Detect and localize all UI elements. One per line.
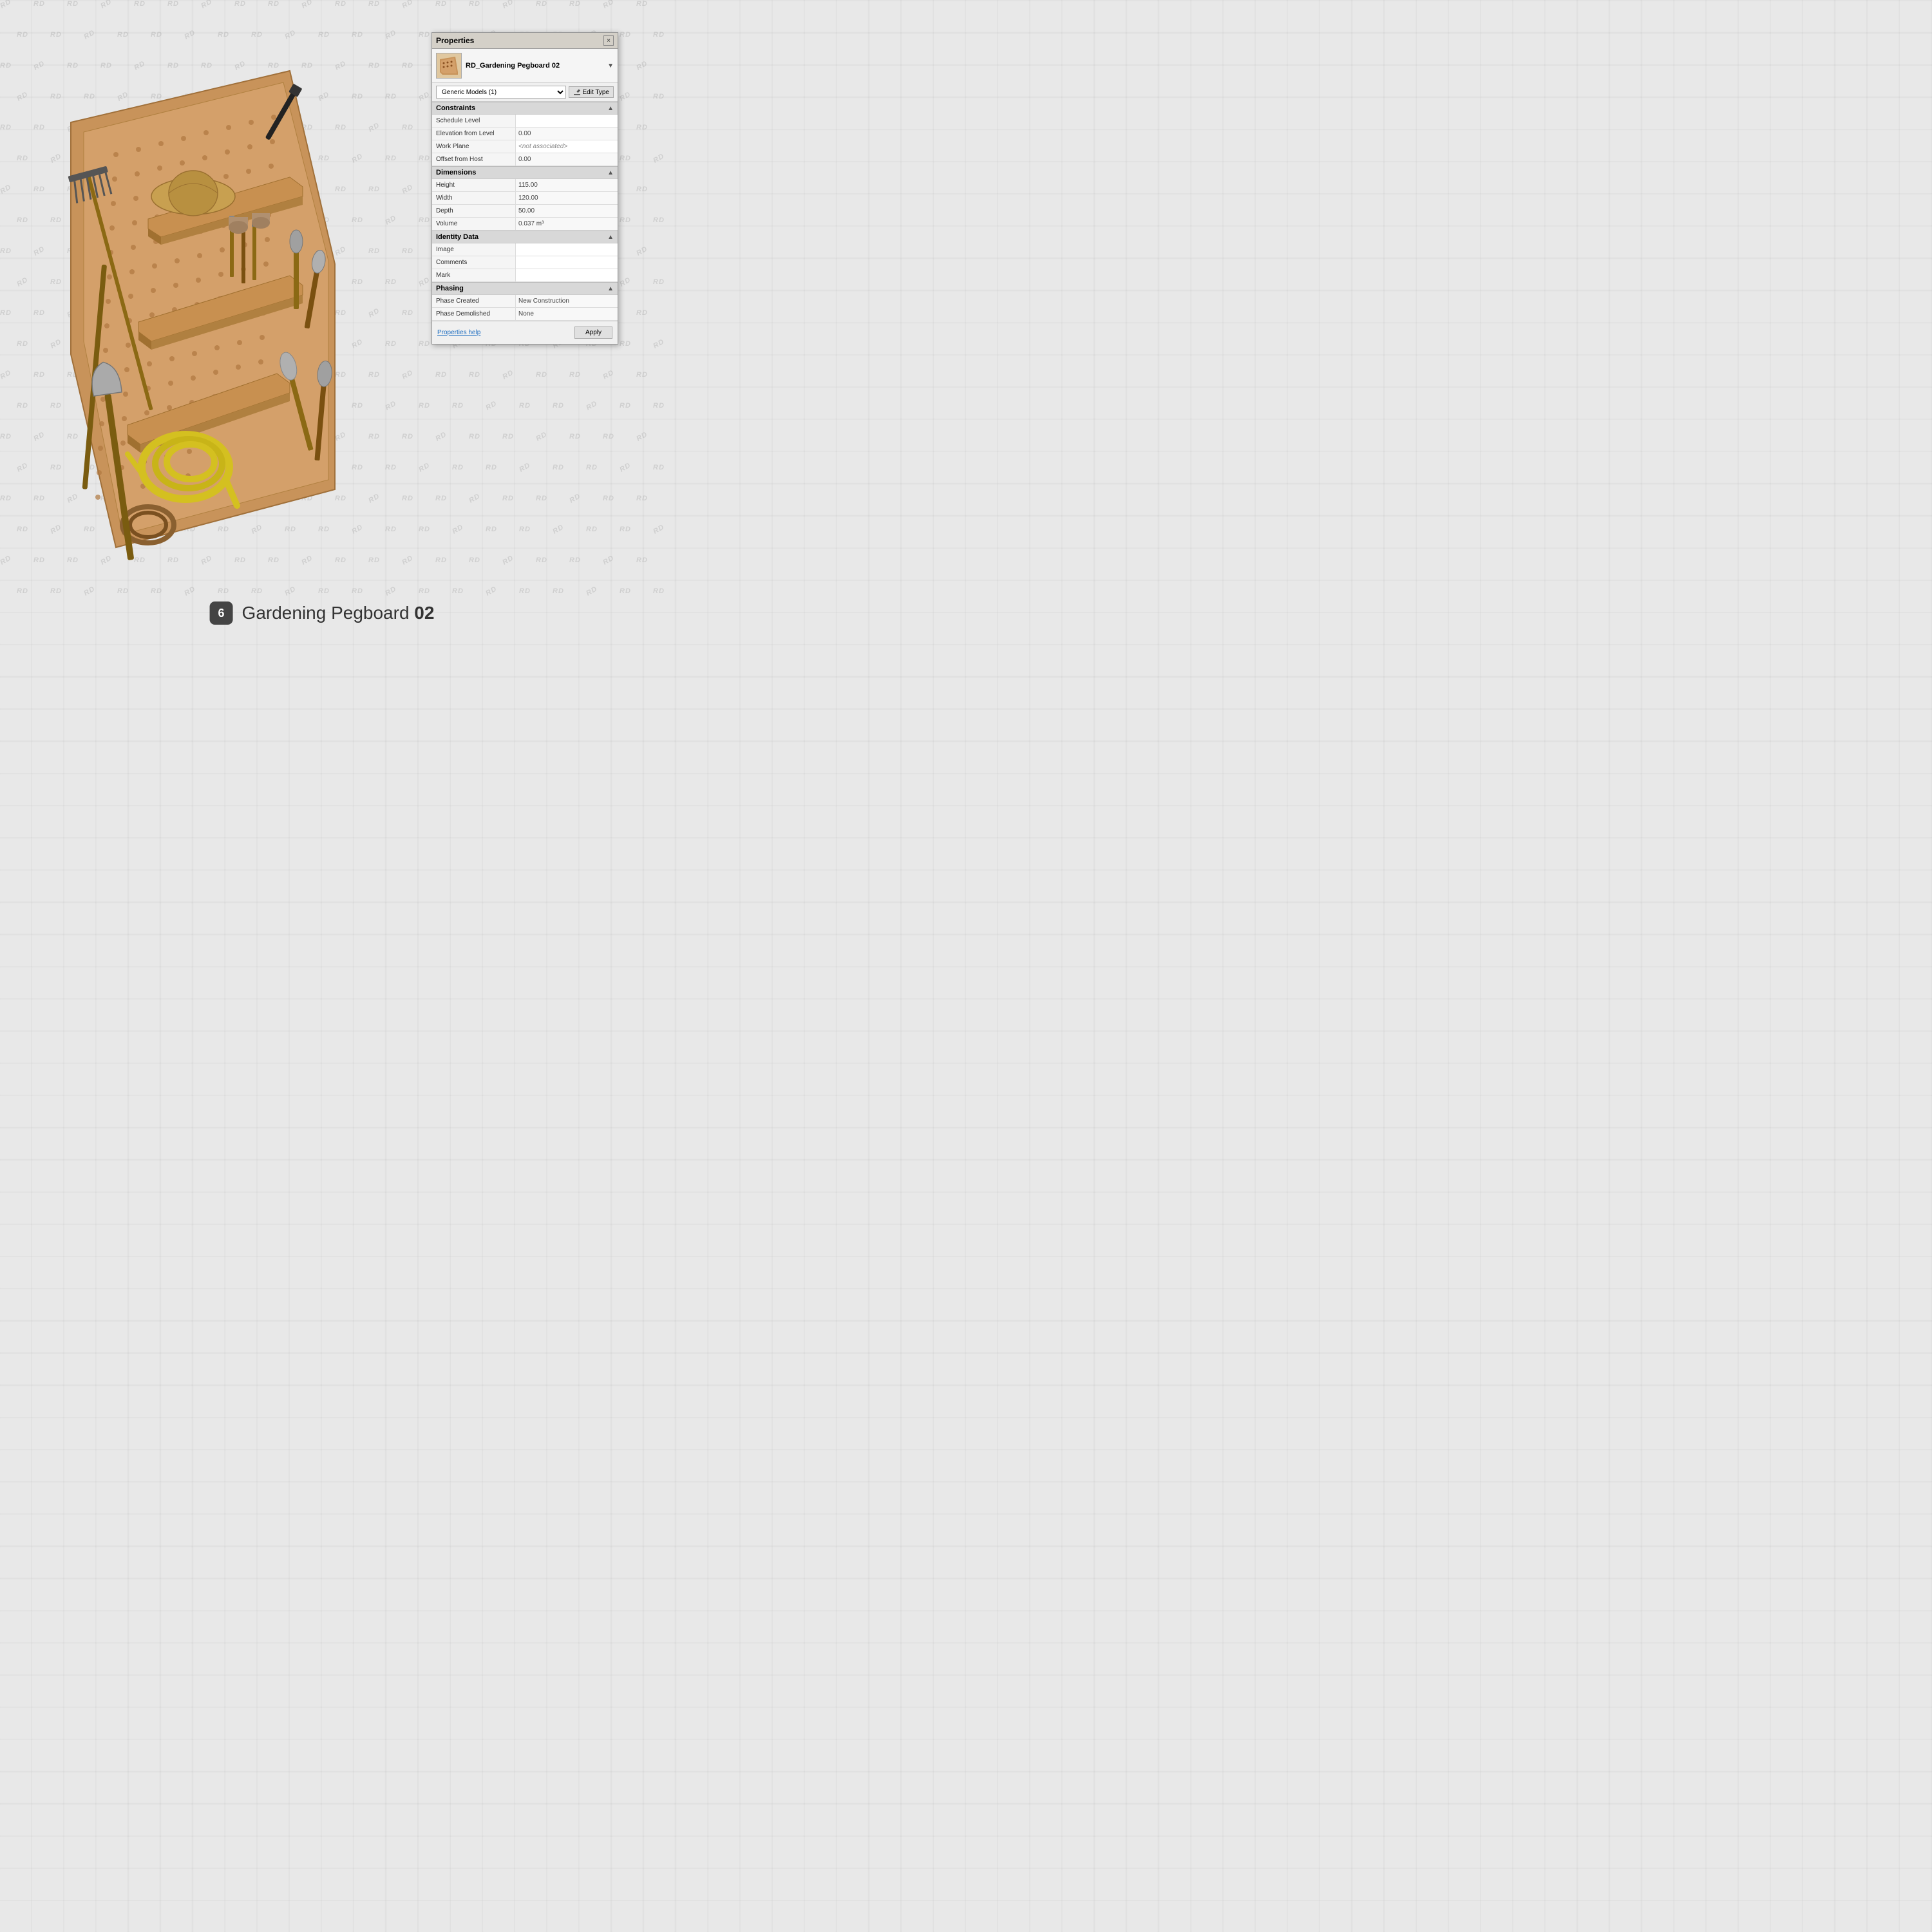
title-bold: 02 — [414, 603, 434, 623]
prop-depth: Depth 50.00 — [432, 205, 618, 218]
pegboard-svg — [19, 39, 354, 573]
properties-panel: Properties × RD_Gardening Pegboard 02 — [431, 32, 618, 345]
title-text: Gardening Pegboard 02 — [242, 603, 435, 623]
type-selector-row: Generic Models (1) Edit Type — [432, 83, 618, 102]
prop-label: Comments — [432, 256, 516, 269]
prop-image: Image — [432, 243, 618, 256]
prop-mark: Mark — [432, 269, 618, 282]
prop-schedule-level: Schedule Level — [432, 115, 618, 128]
prop-value: 120.00 — [516, 192, 618, 204]
type-name: RD_Gardening Pegboard 02 — [466, 62, 603, 70]
panel-titlebar: Properties × — [432, 33, 618, 49]
dropdown-arrow-icon[interactable]: ▼ — [607, 62, 614, 70]
prop-label: Volume — [432, 218, 516, 230]
edit-type-button[interactable]: Edit Type — [569, 86, 614, 98]
prop-height: Height 115.00 — [432, 179, 618, 192]
dimensions-collapse-icon: ▲ — [607, 169, 614, 176]
prop-label: Image — [432, 243, 516, 256]
type-dropdown[interactable]: Generic Models (1) — [436, 86, 566, 99]
prop-value: 115.00 — [516, 179, 618, 191]
section-constraints[interactable]: Constraints ▲ — [432, 102, 618, 115]
prop-label: Schedule Level — [432, 115, 516, 127]
panel-title: Properties — [436, 36, 474, 45]
prop-label: Phase Demolished — [432, 308, 516, 320]
model-area — [19, 39, 354, 573]
panel-header: RD_Gardening Pegboard 02 ▼ — [432, 49, 618, 83]
prop-label: Offset from Host — [432, 153, 516, 166]
section-identity-data[interactable]: Identity Data ▲ — [432, 231, 618, 243]
prop-value[interactable] — [516, 269, 618, 281]
prop-label: Mark — [432, 269, 516, 281]
identity-data-collapse-icon: ▲ — [607, 234, 614, 241]
prop-value: New Construction — [516, 295, 618, 307]
constraints-collapse-icon: ▲ — [607, 105, 614, 112]
prop-value: 0.037 m³ — [516, 218, 618, 230]
prop-value: 0.00 — [516, 128, 618, 140]
section-dimensions[interactable]: Dimensions ▲ — [432, 166, 618, 179]
prop-label: Height — [432, 179, 516, 191]
prop-value[interactable] — [516, 256, 618, 269]
thumbnail — [436, 53, 462, 79]
prop-value[interactable] — [516, 115, 618, 127]
properties-help-link[interactable]: Properties help — [437, 329, 480, 336]
section-phasing[interactable]: Phasing ▲ — [432, 282, 618, 295]
close-button[interactable]: × — [603, 35, 614, 46]
prop-elevation-from-level: Elevation from Level 0.00 — [432, 128, 618, 140]
panel-footer: Properties help Apply — [432, 321, 618, 344]
prop-volume: Volume 0.037 m³ — [432, 218, 618, 231]
phasing-collapse-icon: ▲ — [607, 285, 614, 292]
number-badge: 6 — [210, 601, 233, 625]
prop-label: Phase Created — [432, 295, 516, 307]
prop-comments: Comments — [432, 256, 618, 269]
prop-value[interactable] — [516, 243, 618, 256]
prop-value: 50.00 — [516, 205, 618, 217]
title-regular: Gardening Pegboard — [242, 603, 415, 623]
prop-label: Depth — [432, 205, 516, 217]
prop-value: <not associated> — [516, 140, 618, 153]
prop-work-plane: Work Plane <not associated> — [432, 140, 618, 153]
prop-label: Work Plane — [432, 140, 516, 153]
prop-phase-created: Phase Created New Construction — [432, 295, 618, 308]
prop-offset-from-host: Offset from Host 0.00 — [432, 153, 618, 166]
prop-value: None — [516, 308, 618, 320]
edit-icon — [573, 88, 581, 96]
prop-label: Elevation from Level — [432, 128, 516, 140]
prop-label: Width — [432, 192, 516, 204]
main-content: Properties × RD_Gardening Pegboard 02 — [0, 0, 644, 644]
prop-phase-demolished: Phase Demolished None — [432, 308, 618, 321]
apply-button[interactable]: Apply — [574, 327, 612, 339]
prop-width: Width 120.00 — [432, 192, 618, 205]
prop-value: 0.00 — [516, 153, 618, 166]
bottom-title-area: 6 Gardening Pegboard 02 — [210, 601, 435, 625]
